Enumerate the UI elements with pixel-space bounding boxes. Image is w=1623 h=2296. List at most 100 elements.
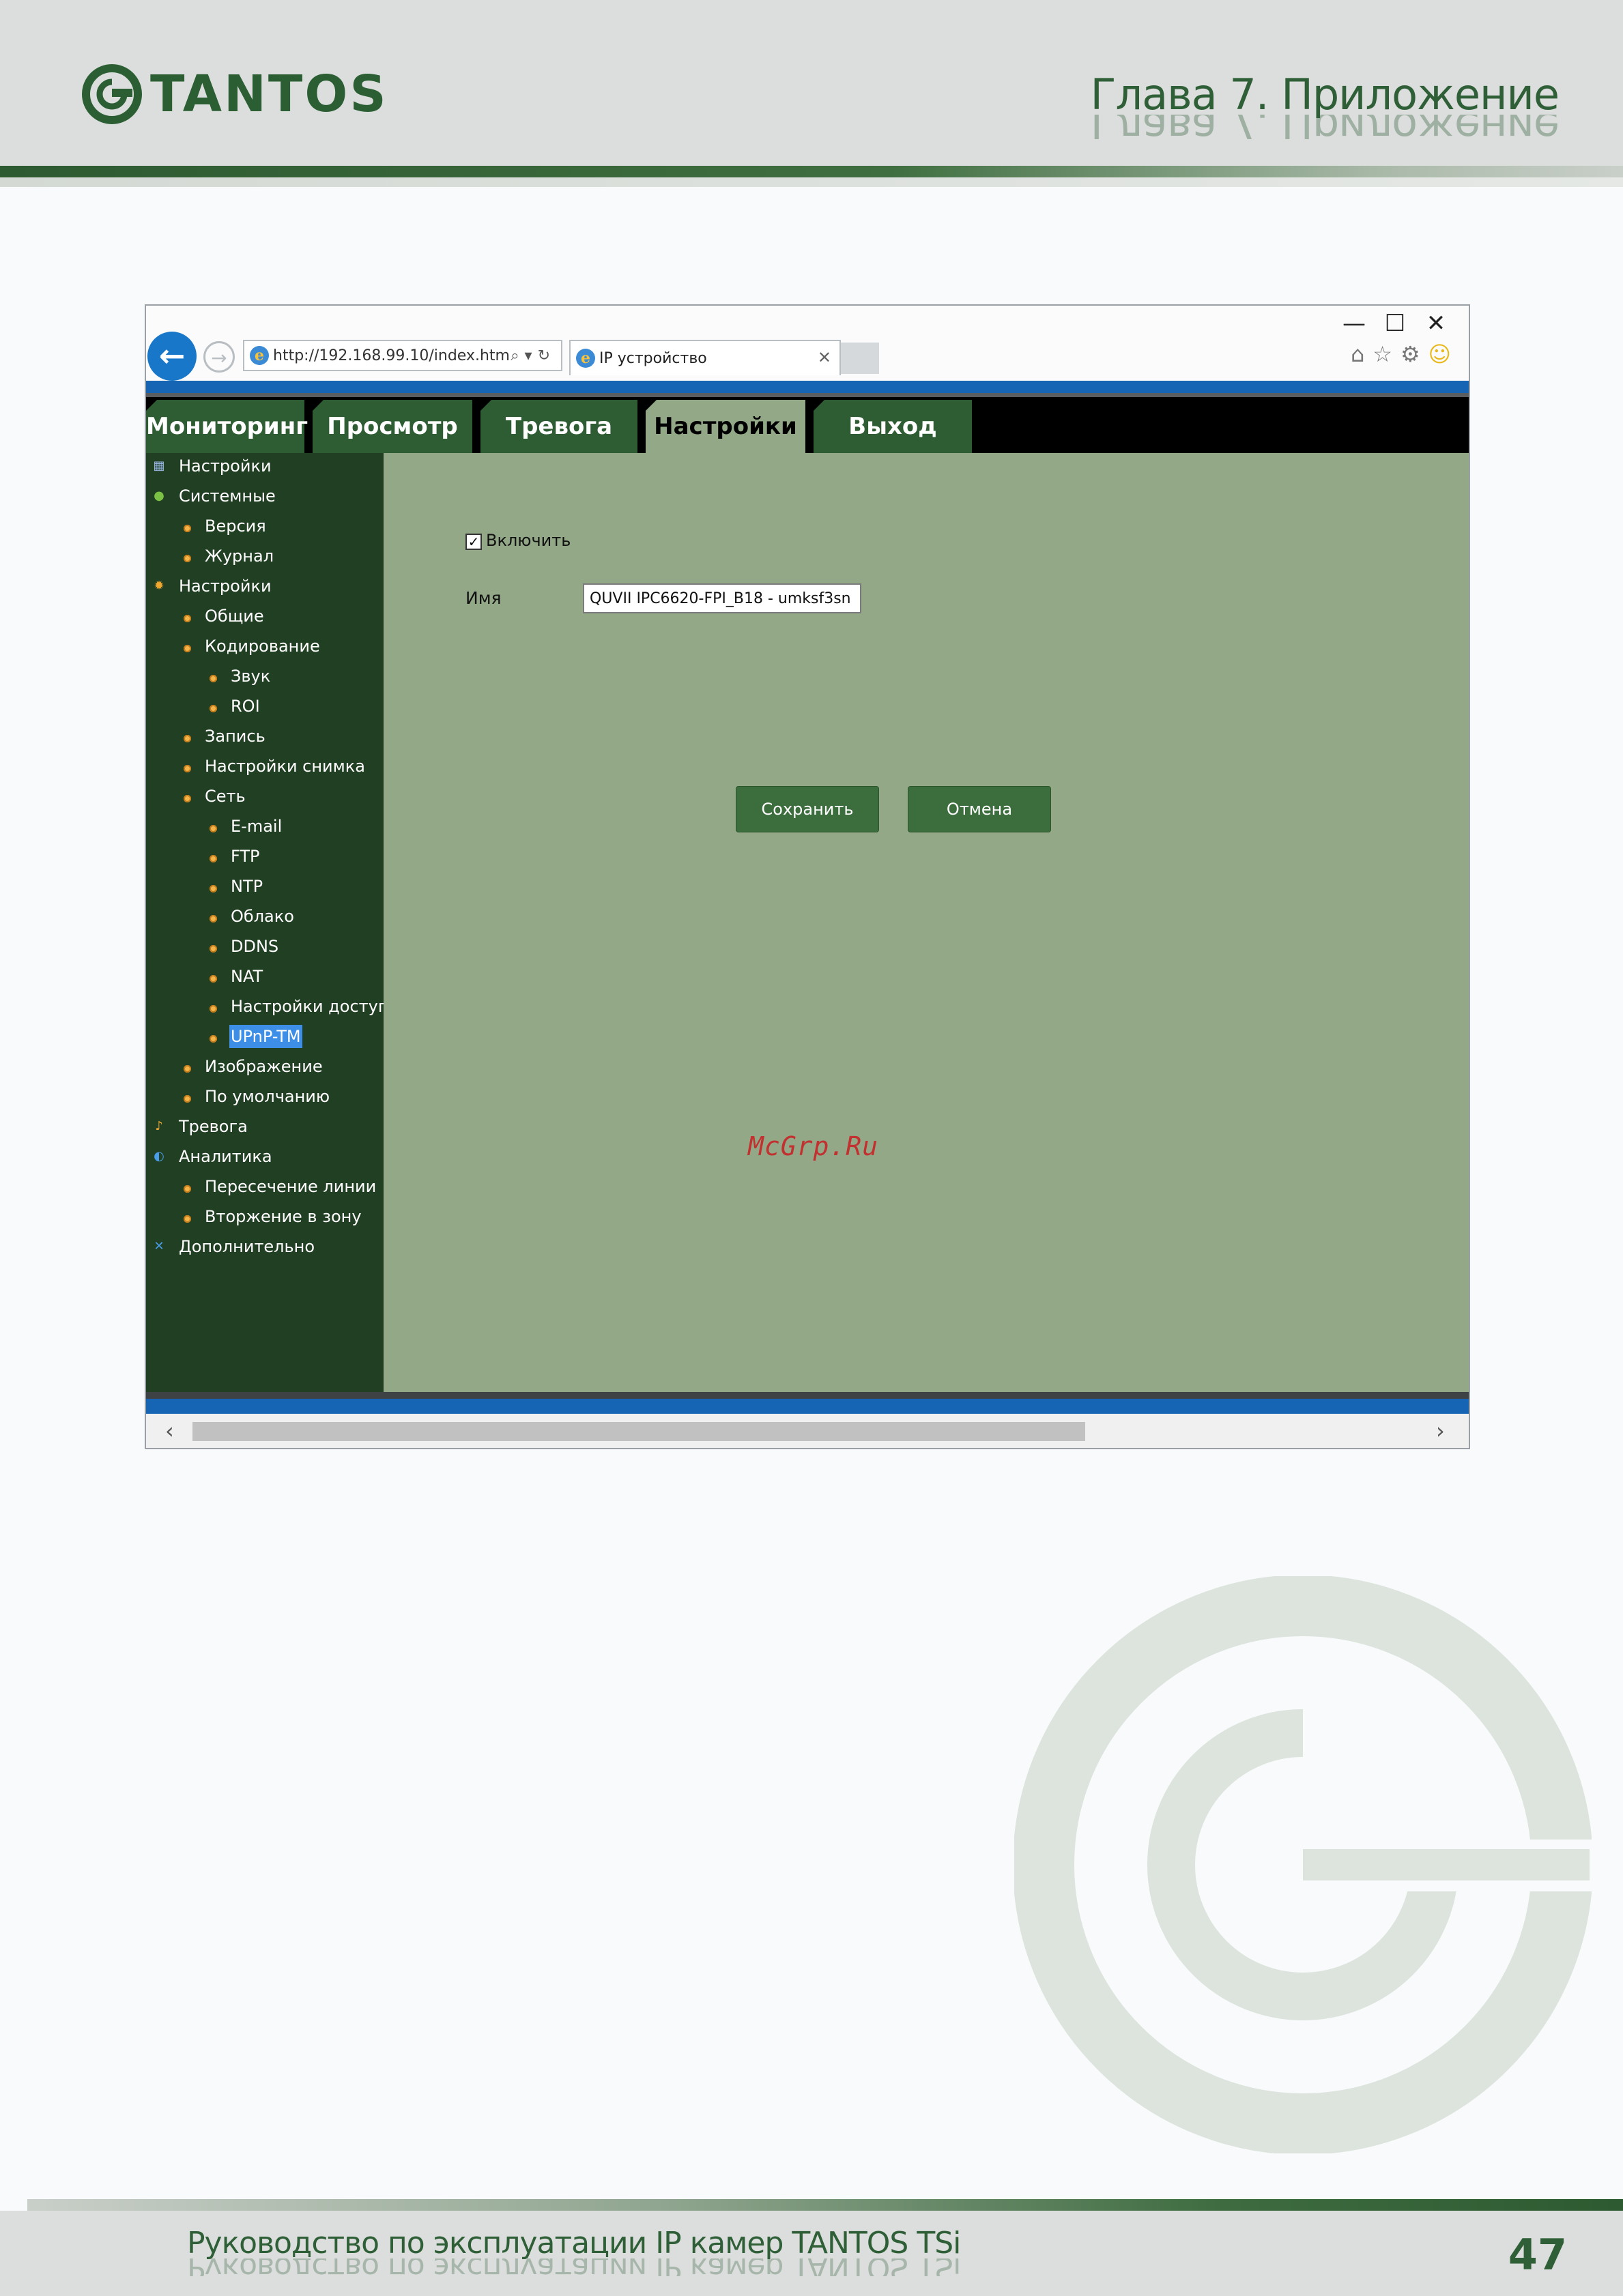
tab-monitoring[interactable]: Мониторинг xyxy=(146,400,308,453)
chapter-title: Глава 7. Приложение xyxy=(1090,70,1560,119)
forward-arrow-icon[interactable]: → xyxy=(203,341,235,373)
minimize-icon[interactable]: — xyxy=(1334,310,1375,337)
name-input[interactable] xyxy=(583,583,861,613)
scroll-left-icon[interactable]: ‹ xyxy=(165,1418,174,1444)
sidebar-item-system[interactable]: Системные xyxy=(179,484,276,508)
sidebar-item-roi[interactable]: ROI xyxy=(231,695,260,718)
home-icon[interactable]: ⌂ xyxy=(1351,341,1373,367)
bullet-icon xyxy=(210,675,217,682)
bullet-icon xyxy=(210,825,217,832)
bullet-icon xyxy=(184,735,191,742)
bottom-blue-strip xyxy=(146,1399,1469,1414)
browser-tab[interactable]: e IP устройство ✕ xyxy=(569,340,841,375)
sidebar-item-intrusion[interactable]: Вторжение в зону xyxy=(205,1205,362,1228)
sidebar-item-default[interactable]: По умолчанию xyxy=(205,1085,330,1108)
bell-icon: ♪ xyxy=(155,1119,163,1133)
logo-text: TANTOS xyxy=(150,65,388,123)
cancel-button[interactable]: Отмена xyxy=(908,786,1051,832)
settings-sidebar: ▦ Настройки ● Системные Версия Журнал ✹ … xyxy=(146,453,399,1392)
star-icon[interactable]: ☆ xyxy=(1373,341,1401,367)
bullet-icon xyxy=(184,615,191,622)
header-stripe xyxy=(0,166,1623,177)
settings-content xyxy=(384,453,1469,1392)
sidebar-item-access[interactable]: Настройки доступа xyxy=(231,995,399,1018)
bottom-gray-strip xyxy=(146,1392,1469,1399)
back-arrow-icon[interactable]: ← xyxy=(147,332,197,381)
bullet-icon xyxy=(210,945,217,953)
browser-toolbar-icons: ⌂☆⚙☺ xyxy=(1351,341,1459,367)
bullet-icon xyxy=(210,1035,217,1043)
ie-icon: e xyxy=(250,346,269,365)
tab-alarm[interactable]: Тревога xyxy=(480,400,637,453)
horizontal-scrollbar[interactable]: ‹ › xyxy=(146,1414,1469,1448)
sidebar-item-snapshot[interactable]: Настройки снимка xyxy=(205,755,365,778)
bullet-icon xyxy=(210,885,217,892)
tab-settings[interactable]: Настройки xyxy=(646,400,805,453)
sidebar-item-analytics[interactable]: Аналитика xyxy=(179,1145,272,1168)
bullet-icon xyxy=(184,645,191,652)
sidebar-item-settings[interactable]: Настройки xyxy=(179,575,272,598)
bullet-icon xyxy=(184,1065,191,1073)
browser-blue-strip xyxy=(146,381,1469,393)
sidebar-item-ntp[interactable]: NTP xyxy=(231,875,263,898)
sidebar-item-record[interactable]: Запись xyxy=(205,725,265,748)
bullet-icon xyxy=(184,1095,191,1103)
sidebar-item-alarm[interactable]: Тревога xyxy=(179,1115,248,1138)
sidebar-item-audio[interactable]: Звук xyxy=(231,665,270,688)
sidebar-item-general[interactable]: Общие xyxy=(205,605,264,628)
bullet-icon xyxy=(210,975,217,983)
new-tab-button[interactable] xyxy=(841,343,879,374)
sidebar-item-cloud[interactable]: Облако xyxy=(231,905,294,928)
sidebar-item-advanced[interactable]: Дополнительно xyxy=(179,1235,315,1258)
search-refresh-icons[interactable]: ⌕▾↻ xyxy=(511,347,556,364)
enable-label: Включить xyxy=(486,531,571,550)
watermark-logo-icon xyxy=(1014,1576,1592,2153)
browser-toolbar: — ☐ ✕ ← → e http://192.168.99.10/index.h… xyxy=(146,306,1469,381)
sidebar-item-upnp-tm[interactable]: UPnP-TM xyxy=(229,1025,302,1048)
bullet-icon xyxy=(210,915,217,922)
scroll-right-icon[interactable]: › xyxy=(1436,1418,1445,1444)
bullet-icon xyxy=(184,555,191,562)
tantos-logo-icon xyxy=(82,64,142,124)
tab-title: IP устройство xyxy=(599,349,707,367)
name-label: Имя xyxy=(465,588,502,608)
ie-icon: e xyxy=(576,349,595,368)
close-icon[interactable]: ✕ xyxy=(1416,310,1456,337)
analytics-icon: ◐ xyxy=(154,1149,164,1163)
maximize-icon[interactable]: ☐ xyxy=(1375,310,1416,337)
footer-title: Руководство по эксплуатации IP камер TAN… xyxy=(187,2226,961,2261)
tab-playback[interactable]: Просмотр xyxy=(313,400,472,453)
settings-icon: ▦ xyxy=(153,459,165,473)
scrollbar-thumb[interactable] xyxy=(192,1422,1085,1441)
sidebar-item-network[interactable]: Сеть xyxy=(205,785,246,808)
footer-title-reflection: Руководство по эксплуатации IP камер TAN… xyxy=(187,2258,961,2276)
sidebar-item-ftp[interactable]: FTP xyxy=(231,845,260,868)
smiley-icon[interactable]: ☺ xyxy=(1428,341,1459,367)
sidebar-item-log[interactable]: Журнал xyxy=(205,544,274,568)
sidebar-item-email[interactable]: E-mail xyxy=(231,815,282,838)
sidebar-item-settings-root[interactable]: Настройки xyxy=(179,454,272,478)
bullet-icon xyxy=(184,1215,191,1223)
bullet-icon xyxy=(210,855,217,862)
sidebar-item-encoding[interactable]: Кодирование xyxy=(205,635,320,658)
bullet-icon xyxy=(184,795,191,802)
sidebar-item-ddns[interactable]: DDNS xyxy=(231,935,278,958)
sidebar-item-image[interactable]: Изображение xyxy=(205,1055,323,1078)
chapter-title-reflection: Глава 7. Приложение xyxy=(1091,115,1559,139)
main-menu: Мониторинг Просмотр Тревога Настройки Вы… xyxy=(146,397,1469,453)
document-header: TANTOS Глава 7. Приложение Глава 7. Прил… xyxy=(0,0,1623,166)
sidebar-item-nat[interactable]: NAT xyxy=(231,965,263,988)
tab-close-icon[interactable]: ✕ xyxy=(818,348,831,367)
save-button[interactable]: Сохранить xyxy=(736,786,879,832)
sidebar-item-line-crossing[interactable]: Пересечение линии xyxy=(205,1175,376,1198)
address-bar[interactable]: e http://192.168.99.10/index.htm ⌕▾↻ xyxy=(243,340,562,371)
sidebar-item-version[interactable]: Версия xyxy=(205,514,266,538)
enable-checkbox[interactable]: ✓ xyxy=(465,534,482,550)
bullet-icon xyxy=(210,1005,217,1013)
gear-icon[interactable]: ⚙ xyxy=(1401,341,1428,367)
info-icon: ● xyxy=(154,489,164,503)
bullet-icon xyxy=(184,765,191,772)
address-text[interactable]: http://192.168.99.10/index.htm xyxy=(273,347,511,364)
tab-exit[interactable]: Выход xyxy=(814,400,972,453)
watermark-text: McGrp.Ru xyxy=(748,1131,879,1161)
